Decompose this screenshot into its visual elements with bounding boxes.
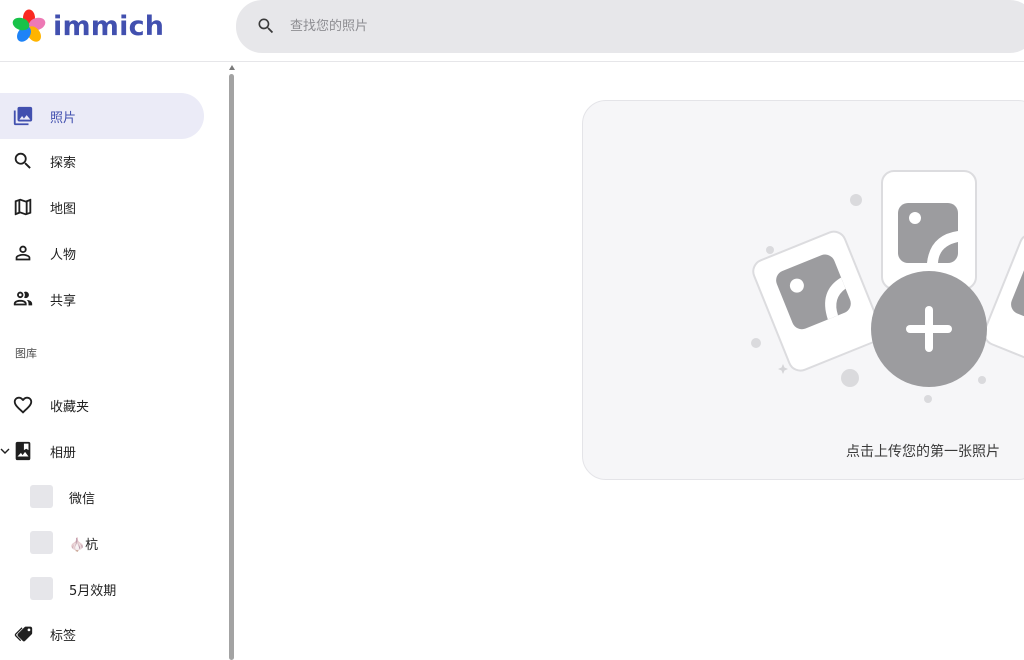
photos-icon <box>13 106 33 126</box>
sidebar-item-label: 地图 <box>50 201 77 217</box>
top-bar: immich <box>0 0 1024 62</box>
search-icon[interactable] <box>256 16 276 36</box>
map-icon <box>14 198 32 216</box>
sidebar-item-people[interactable]: 人物 <box>0 230 204 276</box>
sidebar: 照片 探索 地图 人物 共享 图库 收藏夹 相册 微信 🧄杭 5月效期 标签 <box>0 62 228 660</box>
account-multiple-icon <box>13 291 33 306</box>
heart-icon <box>13 396 33 414</box>
tag-icon <box>14 626 33 642</box>
sidebar-item-tags[interactable]: 标签 <box>0 611 204 657</box>
app-name: immich <box>53 10 165 42</box>
album-thumbnail <box>30 531 53 554</box>
sidebar-item-sharing[interactable]: 共享 <box>0 276 204 322</box>
search-bar[interactable] <box>236 0 1024 53</box>
album-thumbnail <box>30 577 53 600</box>
sidebar-item-label: 人物 <box>50 247 77 263</box>
empty-upload-card[interactable]: 点击上传您的第一张照片 <box>582 100 1024 480</box>
sidebar-item-label: 标签 <box>50 628 77 644</box>
album-label: 🧄杭 <box>69 538 99 553</box>
sidebar-item-explore[interactable]: 探索 <box>0 138 204 184</box>
search-input[interactable] <box>290 14 890 38</box>
sidebar-item-favorites[interactable]: 收藏夹 <box>0 382 204 428</box>
sidebar-scrollbar[interactable] <box>228 64 236 660</box>
scroll-thumb[interactable] <box>229 74 234 660</box>
library-section-label: 图库 <box>15 347 37 360</box>
upload-photos-illustration-icon <box>751 170 1024 403</box>
album-item[interactable]: 🧄杭 <box>0 523 204 563</box>
search-icon <box>14 152 31 169</box>
album-item[interactable]: 微信 <box>0 477 204 517</box>
album-label: 微信 <box>69 492 96 507</box>
sidebar-item-label: 照片 <box>50 110 77 126</box>
album-item[interactable]: 5月效期 <box>0 569 204 609</box>
album-icon <box>15 441 31 461</box>
sidebar-item-map[interactable]: 地图 <box>0 184 204 230</box>
sidebar-item-label: 探索 <box>50 155 77 171</box>
album-label: 5月效期 <box>69 584 117 599</box>
scroll-up-arrow-icon[interactable] <box>229 65 235 70</box>
sidebar-item-label: 收藏夹 <box>50 399 90 415</box>
sidebar-item-label: 共享 <box>50 293 77 309</box>
sidebar-item-albums[interactable]: 相册 <box>0 428 204 474</box>
sidebar-item-photos[interactable]: 照片 <box>0 93 204 139</box>
empty-state-message: 点击上传您的第一张照片 <box>846 444 1000 460</box>
chevron-down-icon[interactable] <box>0 446 10 456</box>
app-logo[interactable]: immich <box>12 8 164 44</box>
sidebar-item-label: 相册 <box>50 445 77 461</box>
album-thumbnail <box>30 485 53 508</box>
immich-logo-icon <box>12 9 46 42</box>
person-icon <box>15 245 31 261</box>
